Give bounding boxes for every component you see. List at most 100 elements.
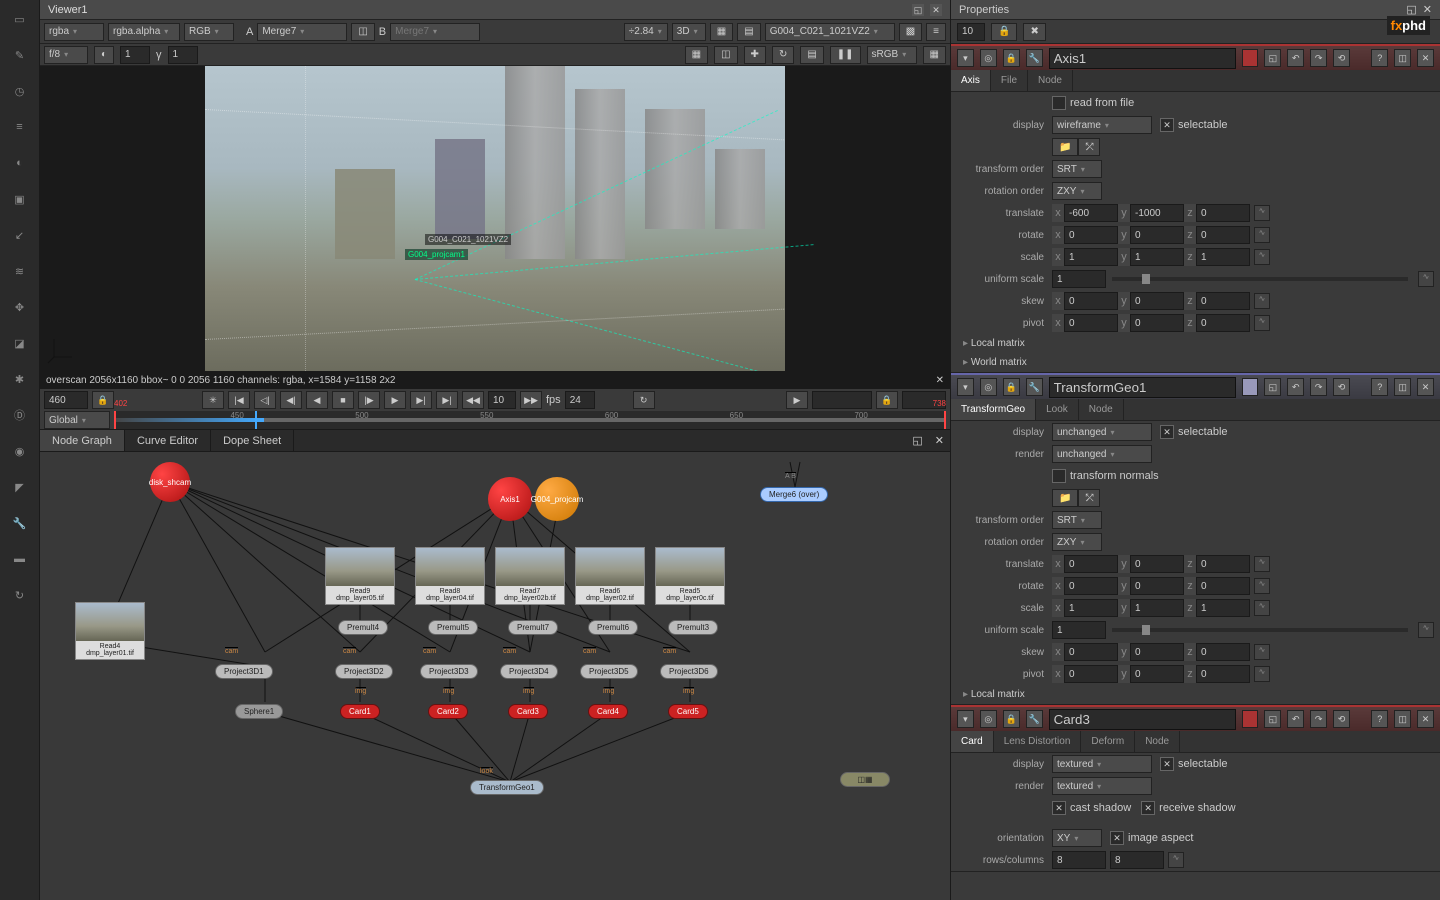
sphere-icon[interactable]: ◐ [9,152,31,174]
srgb-dropdown[interactable]: sRGB [867,46,917,64]
tab-lens[interactable]: Lens Distortion [994,731,1082,752]
float-icon[interactable]: ◱ [1264,378,1281,396]
anim-icon[interactable]: ∿ [1168,852,1184,868]
node-misc[interactable]: ◫▦ [840,772,890,787]
star-icon[interactable]: ✱ [9,368,31,390]
copy-icon[interactable]: ◫ [1394,378,1411,396]
scale-y-input[interactable] [1130,599,1184,617]
fps-input[interactable] [565,391,595,409]
rotate-z-input[interactable] [1196,226,1250,244]
render-dropdown[interactable]: unchanged [1052,445,1152,463]
stop-icon[interactable]: ■ [332,391,354,409]
revert-icon[interactable]: ⟲ [1333,710,1350,728]
play-range-icon[interactable]: ▶ [786,391,808,409]
node-card1[interactable]: Card1 [340,704,380,719]
transform-order-dropdown[interactable]: SRT [1052,160,1102,178]
tool-icon[interactable]: ↻ [772,46,794,64]
anim-icon[interactable]: ∿ [1254,644,1270,660]
pivot-y-input[interactable] [1130,665,1184,683]
float-icon[interactable]: ◱ [1264,49,1281,67]
node-read4[interactable]: Read4dmp_layer01.tif [75,602,145,660]
snap-icon[interactable]: ⤱ [1078,489,1100,507]
proxy-icon[interactable]: ▤ [737,23,760,41]
node-projcam[interactable]: G004_projcam [535,477,579,521]
anim-icon[interactable]: ∿ [1418,271,1434,287]
tool-icon[interactable]: ▤ [800,46,823,64]
receive-shadow-checkbox[interactable] [1141,801,1155,815]
anim-icon[interactable]: ∿ [1254,249,1270,265]
selectable-checkbox[interactable] [1160,118,1174,132]
range-input[interactable] [812,391,872,409]
props-count-input[interactable] [957,23,985,41]
scale-x-input[interactable] [1064,248,1118,266]
translate-x-input[interactable] [1064,204,1118,222]
rotation-order-dropdown[interactable]: ZXY [1052,533,1102,551]
float-icon[interactable]: ◱ [912,4,924,16]
next-key-icon[interactable]: ▶| [410,391,432,409]
close-icon[interactable]: ✕ [1423,3,1432,16]
node-read8[interactable]: Read8dmp_layer04.tif [415,547,485,605]
import-icon[interactable]: 📁 [1052,489,1078,507]
redo-icon[interactable]: ↷ [1310,49,1327,67]
global-dropdown[interactable]: Global [44,411,110,429]
anim-icon[interactable]: ∿ [1418,622,1434,638]
close-icon[interactable]: ✕ [1417,378,1434,396]
clip-dropdown[interactable]: G004_C021_1021VZ2 [765,23,895,41]
channel-dropdown[interactable]: rgba [44,23,104,41]
revert-icon[interactable]: ⟲ [1333,49,1350,67]
uniform-input[interactable] [1052,270,1106,288]
node-disk[interactable]: disk_shcam [150,462,190,502]
tab-node[interactable]: Node [1028,70,1073,91]
pivot-z-input[interactable] [1196,665,1250,683]
float-icon[interactable]: ◱ [1264,710,1281,728]
display-dropdown[interactable]: unchanged [1052,423,1152,441]
cube-icon[interactable]: ◪ [9,332,31,354]
lock-all-icon[interactable]: 🔒 [991,23,1017,41]
scale-x-input[interactable] [1064,599,1118,617]
skew-y-input[interactable] [1130,643,1184,661]
tag-icon[interactable]: ◤ [9,476,31,498]
viewer-image[interactable]: G004_projcam1 G004_C021_1021VZ2 (1028x58… [40,66,950,371]
collapse-icon[interactable]: ▾ [957,49,974,67]
tab-card[interactable]: Card [951,731,994,752]
node-sphere[interactable]: Sphere1 [235,704,283,719]
node-merge6[interactable]: Merge6 (over) [760,487,828,502]
axis-gizmo[interactable] [46,335,76,365]
transform-normals-checkbox[interactable] [1052,469,1066,483]
pivot-x-input[interactable] [1064,665,1118,683]
world-matrix-toggle[interactable]: World matrix [951,353,1440,372]
node-transformgeo[interactable]: TransformGeo1 [470,780,544,795]
node-read9[interactable]: Read9dmp_layer05.tif [325,547,395,605]
d-icon[interactable]: Ⓓ [9,404,31,426]
tab-transformgeo[interactable]: TransformGeo [951,399,1036,420]
render-dropdown[interactable]: textured [1052,777,1152,795]
display-dropdown[interactable]: wireframe [1052,116,1152,134]
node-header[interactable]: ▾ ◎ 🔒 🔧 ◱ ↶ ↷ ⟲ ? ◫ ✕ [951,705,1440,731]
clear-icon[interactable]: ✖ [1023,23,1045,41]
forward-icon[interactable]: ▶▶ [520,391,542,409]
node-project3d6[interactable]: Project3D6 [660,664,718,679]
pivot-z-input[interactable] [1196,314,1250,332]
node-header[interactable]: ▾ ◎ 🔒 🔧 ◱ ↶ ↷ ⟲ ? ◫ ✕ [951,44,1440,70]
eye-icon[interactable]: ◉ [9,440,31,462]
node-project3d2[interactable]: Project3D2 [335,664,393,679]
node-read5[interactable]: Read5dmp_layer0c.tif [655,547,725,605]
wrench-icon[interactable]: 🔧 [1026,49,1043,67]
clock-icon[interactable]: ◷ [9,80,31,102]
timeline-track[interactable]: 402 738 450 500 550 600 650 700 [114,411,946,429]
translate-y-input[interactable] [1130,204,1184,222]
last-frame-icon[interactable]: ▶| [436,391,458,409]
node-card5[interactable]: Card5 [668,704,708,719]
close-icon[interactable]: ✕ [930,4,942,16]
float-icon[interactable]: ◱ [1406,3,1416,16]
rotate-z-input[interactable] [1196,577,1250,595]
node-card2[interactable]: Card2 [428,704,468,719]
cast-shadow-checkbox[interactable] [1052,801,1066,815]
color-swatch[interactable] [1242,378,1259,396]
anim-icon[interactable]: ∿ [1254,666,1270,682]
skew-y-input[interactable] [1130,292,1184,310]
image-aspect-checkbox[interactable] [1110,831,1124,845]
display-dropdown[interactable]: textured [1052,755,1152,773]
help-icon[interactable]: ? [1371,49,1388,67]
gamma-input[interactable] [168,46,198,64]
